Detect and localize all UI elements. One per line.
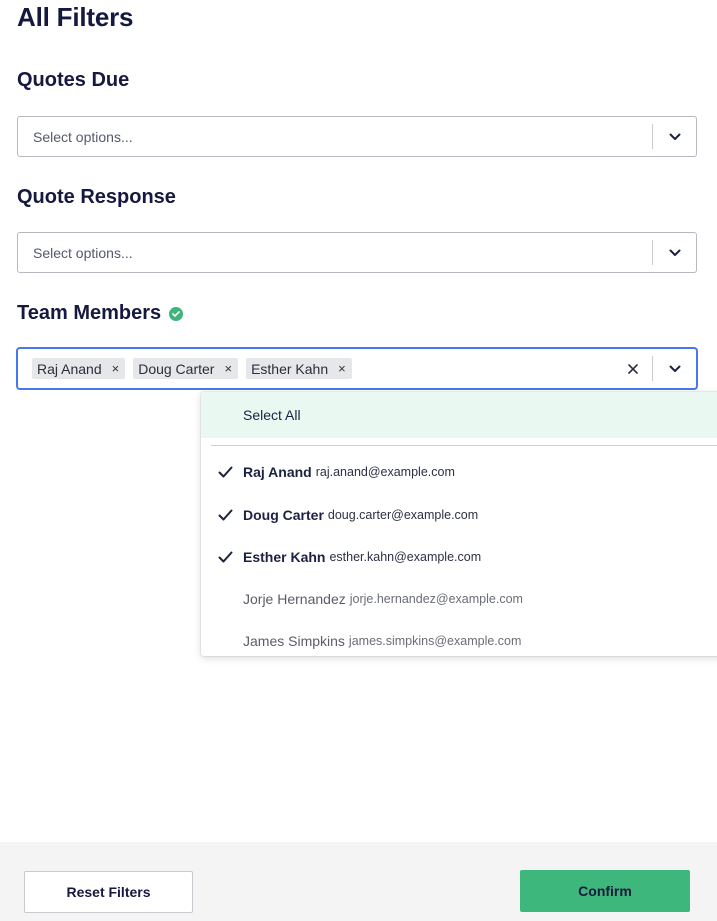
- check-icon: [201, 551, 243, 563]
- chip-raj-anand: Raj Anand ×: [32, 358, 126, 379]
- option-name: Jorje Hernandez: [243, 591, 346, 607]
- reset-filters-button[interactable]: Reset Filters: [24, 871, 193, 913]
- quotes-due-placeholder: Select options...: [33, 128, 133, 145]
- option-name: James Simpkins: [243, 633, 345, 649]
- chip-doug-carter: Doug Carter ×: [133, 358, 239, 379]
- option-raj-anand[interactable]: Raj Anand raj.anand@example.com: [201, 451, 717, 493]
- chevron-down-icon[interactable]: [653, 117, 696, 156]
- chevron-down-icon[interactable]: [653, 349, 696, 388]
- selected-chips: Raj Anand × Doug Carter × Esther Kahn ×: [18, 358, 614, 379]
- option-email: raj.anand@example.com: [315, 465, 455, 479]
- option-esther-kahn[interactable]: Esther Kahn esther.kahn@example.com: [201, 536, 717, 578]
- option-name: Esther Kahn: [243, 549, 326, 565]
- chip-label: Esther Kahn: [251, 360, 329, 377]
- quotes-due-label-text: Quotes Due: [17, 69, 130, 91]
- check-circle-icon: [169, 306, 184, 321]
- option-email: doug.carter@example.com: [327, 508, 479, 522]
- quotes-due-label: Quotes Due: [17, 69, 129, 92]
- option-doug-carter[interactable]: Doug Carter doug.carter@example.com: [201, 494, 717, 536]
- chevron-down-icon[interactable]: [653, 233, 696, 272]
- check-icon: [201, 466, 243, 478]
- select-all-option[interactable]: Select All: [201, 392, 717, 438]
- clear-icon[interactable]: [614, 363, 652, 374]
- chip-label: Raj Anand: [37, 360, 102, 377]
- chip-remove-icon[interactable]: ×: [338, 362, 346, 375]
- footer-bar: Reset Filters Confirm: [0, 842, 717, 921]
- option-name: Raj Anand: [243, 464, 312, 480]
- confirm-button[interactable]: Confirm: [520, 870, 690, 912]
- team-members-select[interactable]: Raj Anand × Doug Carter × Esther Kahn ×: [16, 347, 698, 390]
- quote-response-label-text: Quote Response: [17, 186, 176, 208]
- option-james-simpkins[interactable]: James Simpkins james.simpkins@example.co…: [201, 620, 717, 656]
- page-title: All Filters: [17, 2, 134, 32]
- chip-remove-icon[interactable]: ×: [112, 362, 120, 375]
- team-members-dropdown: Select All Raj Anand raj.anand@example.c…: [201, 392, 717, 656]
- team-members-label: Team Members: [17, 302, 184, 325]
- option-email: esther.kahn@example.com: [329, 550, 482, 564]
- option-email: jorje.hernandez@example.com: [349, 592, 523, 606]
- chip-remove-icon[interactable]: ×: [224, 362, 232, 375]
- chip-esther-kahn: Esther Kahn ×: [246, 358, 352, 379]
- quote-response-placeholder: Select options...: [33, 244, 133, 261]
- check-icon: [201, 509, 243, 521]
- option-name: Doug Carter: [243, 507, 324, 523]
- option-email: james.simpkins@example.com: [348, 634, 522, 648]
- chip-label: Doug Carter: [138, 360, 215, 377]
- option-jorje-hernandez[interactable]: Jorje Hernandez jorje.hernandez@example.…: [201, 578, 717, 620]
- dropdown-divider: [211, 445, 717, 446]
- quotes-due-select[interactable]: Select options...: [17, 116, 697, 157]
- quote-response-select[interactable]: Select options...: [17, 232, 697, 273]
- quote-response-label: Quote Response: [17, 186, 176, 209]
- team-members-label-text: Team Members: [17, 302, 162, 324]
